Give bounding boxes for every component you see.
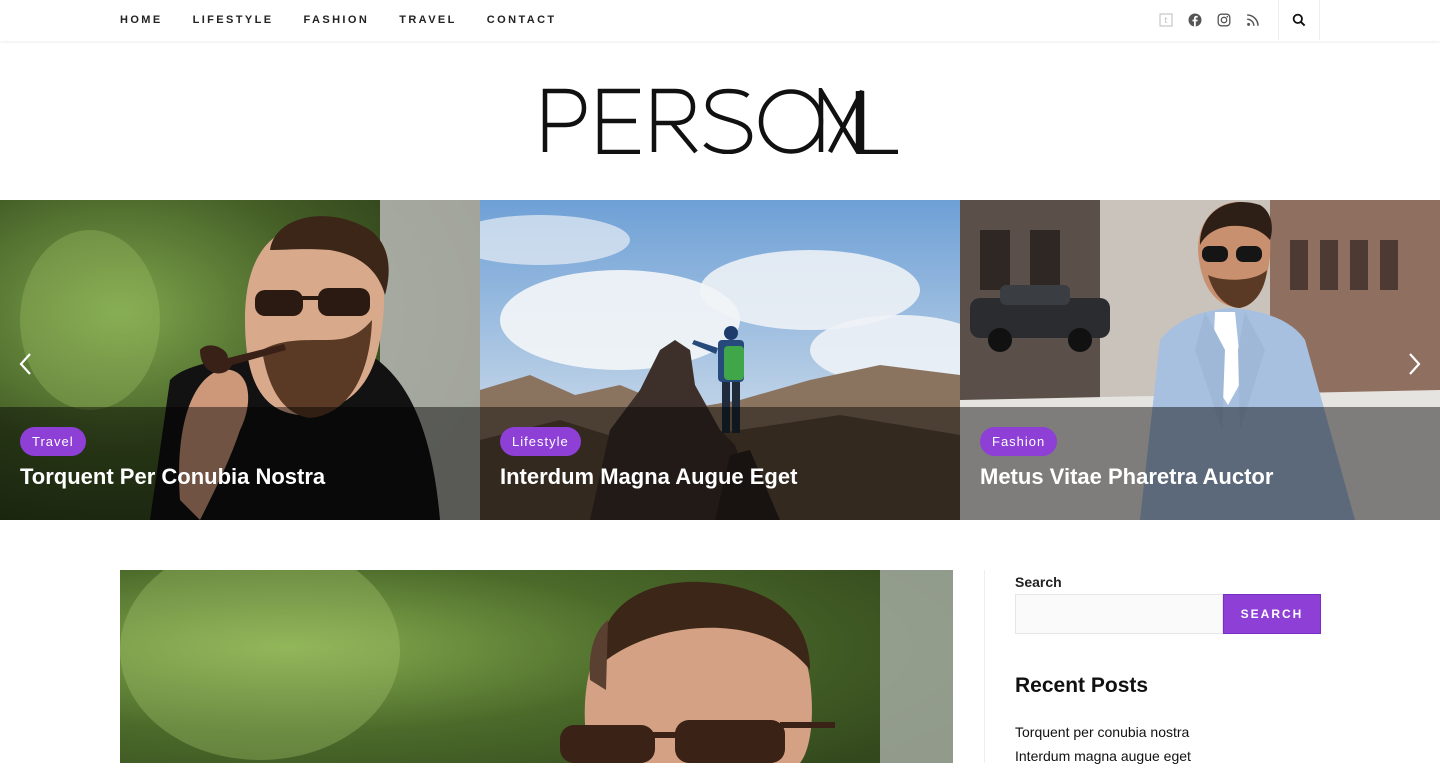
social-links: t	[1158, 10, 1260, 30]
category-badge[interactable]: Travel	[20, 427, 86, 456]
featured-slider: Travel Torquent Per Conubia Nostra Lifes…	[0, 200, 1440, 520]
nav-item-home[interactable]: HOME	[120, 14, 163, 26]
slider-next-arrow-icon[interactable]	[1404, 350, 1424, 378]
top-bar: HOME LIFESTYLE FASHION TRAVEL CONTACT t	[0, 0, 1440, 41]
post-image	[120, 570, 953, 763]
rss-icon[interactable]	[1245, 13, 1260, 28]
nav-item-contact[interactable]: CONTACT	[487, 14, 557, 26]
slide-lifestyle[interactable]: Lifestyle Interdum Magna Augue Eget	[480, 200, 960, 520]
search-icon	[1292, 13, 1306, 27]
search-input[interactable]	[1015, 594, 1223, 634]
nav-item-lifestyle[interactable]: LIFESTYLE	[193, 14, 274, 26]
recent-post-link[interactable]: Interdum magna augue eget	[1015, 748, 1191, 772]
slide-title[interactable]: Metus Vitae Pharetra Auctor	[980, 464, 1273, 490]
slide-title[interactable]: Torquent Per Conubia Nostra	[20, 464, 325, 490]
recent-post-link[interactable]: Torquent per conubia nostra	[1015, 724, 1191, 748]
search-button[interactable]: SEARCH	[1223, 594, 1321, 634]
recent-posts-heading: Recent Posts	[1015, 674, 1149, 697]
sidebar: Search SEARCH Recent Posts Torquent per …	[984, 570, 1321, 764]
svg-text:t: t	[1164, 16, 1167, 25]
nav-item-travel[interactable]: TRAVEL	[399, 14, 457, 26]
slide-travel[interactable]: Travel Torquent Per Conubia Nostra	[0, 200, 480, 520]
facebook-icon[interactable]	[1187, 13, 1202, 28]
slide-fashion[interactable]: Fashion Metus Vitae Pharetra Auctor	[960, 200, 1440, 520]
main-nav: HOME LIFESTYLE FASHION TRAVEL CONTACT	[120, 0, 587, 40]
instagram-icon[interactable]	[1216, 13, 1231, 28]
site-logo[interactable]	[540, 82, 900, 161]
recent-posts-list: Torquent per conubia nostra Interdum mag…	[1015, 724, 1191, 772]
featured-post-image[interactable]	[120, 570, 953, 763]
slider-prev-arrow-icon[interactable]	[16, 350, 36, 378]
search-toggle-button[interactable]	[1278, 0, 1320, 40]
nav-item-fashion[interactable]: FASHION	[304, 14, 370, 26]
search-label: Search	[1015, 574, 1062, 590]
category-badge[interactable]: Lifestyle	[500, 427, 581, 456]
category-badge[interactable]: Fashion	[980, 427, 1058, 456]
slide-title[interactable]: Interdum Magna Augue Eget	[500, 464, 797, 490]
tumblr-icon[interactable]: t	[1158, 13, 1173, 28]
